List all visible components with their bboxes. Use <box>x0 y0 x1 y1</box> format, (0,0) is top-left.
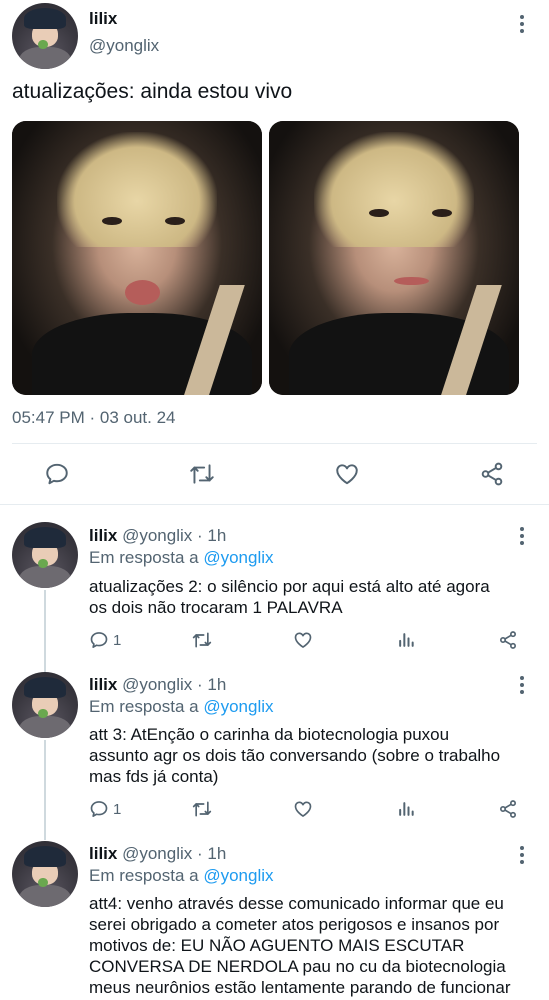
author-name[interactable]: lilix <box>89 526 117 545</box>
avatar[interactable] <box>12 841 78 907</box>
retweet-icon[interactable] <box>191 799 213 819</box>
avatar[interactable] <box>12 522 78 588</box>
more-options-icon[interactable] <box>515 675 529 695</box>
share-icon[interactable] <box>479 461 505 487</box>
like-icon[interactable] <box>293 799 313 819</box>
divider <box>12 443 537 444</box>
reply-count: 1 <box>113 801 122 818</box>
reply-line: meus neurônios estão lentamente parando … <box>89 978 511 997</box>
thread-line <box>44 740 46 840</box>
more-options-icon[interactable] <box>515 526 529 546</box>
share-icon[interactable] <box>498 630 518 650</box>
reply-line: att 3: AtEnção o carinha da biotecnologi… <box>89 725 450 744</box>
author-name[interactable]: lilix <box>89 675 117 694</box>
reply-header: lilix @yonglix · 1h <box>89 844 226 864</box>
reply-line: atualizações 2: o silêncio por aqui está… <box>89 577 490 596</box>
retweet-icon[interactable] <box>191 630 213 650</box>
analytics-icon[interactable] <box>396 630 416 650</box>
author-name[interactable]: lilix <box>89 844 117 863</box>
retweet-icon[interactable] <box>188 461 216 487</box>
reply-header: lilix @yonglix · 1h <box>89 526 226 546</box>
avatar[interactable] <box>12 672 78 738</box>
author-handle[interactable]: @yonglix <box>122 526 192 545</box>
reply-line: assunto agr os dois tão conversando (sob… <box>89 746 501 765</box>
reply-icon[interactable] <box>89 630 109 650</box>
reply-text: att4: venho através desse comunicado inf… <box>89 893 511 998</box>
reply-to-label: Em resposta a <box>89 548 199 567</box>
avatar[interactable] <box>12 3 78 69</box>
thread-line <box>44 590 46 672</box>
author-name[interactable]: lilix <box>89 9 117 29</box>
reply-to: Em resposta a @yonglix <box>89 548 274 568</box>
divider <box>0 504 549 505</box>
author-handle[interactable]: @yonglix <box>122 844 192 863</box>
reply-count: 1 <box>113 632 122 649</box>
reply-to-label: Em resposta a <box>89 866 199 885</box>
reply-line: serei obrigado a cometer atos perigosos … <box>89 915 500 934</box>
share-icon[interactable] <box>498 799 518 819</box>
author-handle[interactable]: @yonglix <box>89 36 159 56</box>
reply-time: · 1h <box>197 844 227 863</box>
reply-time: · 1h <box>197 526 227 545</box>
tweet-text: atualizações: ainda estou vivo <box>12 80 293 103</box>
reply-icon[interactable] <box>89 799 109 819</box>
analytics-icon[interactable] <box>396 799 416 819</box>
reply-line: motivos de: EU NÃO AGUENTO MAIS ESCUTAR <box>89 936 465 955</box>
reply-icon[interactable] <box>44 461 70 487</box>
tweet-timestamp: 05:47 PM · 03 out. 24 <box>12 408 176 427</box>
reply-to: Em resposta a @yonglix <box>89 866 274 886</box>
reply-line: os dois não trocaram 1 PALAVRA <box>89 598 343 617</box>
reply-header: lilix @yonglix · 1h <box>89 675 226 695</box>
reply-to-handle[interactable]: @yonglix <box>203 866 273 885</box>
reply-line: att4: venho através desse comunicado inf… <box>89 894 504 913</box>
reply-text: atualizações 2: o silêncio por aqui está… <box>89 576 490 618</box>
more-options-icon[interactable] <box>515 14 529 34</box>
reply-time: · 1h <box>197 675 227 694</box>
like-icon[interactable] <box>293 630 313 650</box>
reply-to-handle[interactable]: @yonglix <box>203 697 273 716</box>
reply-to: Em resposta a @yonglix <box>89 697 274 717</box>
reply-text: att 3: AtEnção o carinha da biotecnologi… <box>89 724 500 787</box>
reply-line: mas fds já conta) <box>89 767 219 786</box>
more-options-icon[interactable] <box>515 845 529 865</box>
reply-to-label: Em resposta a <box>89 697 199 716</box>
like-icon[interactable] <box>334 461 360 487</box>
author-handle[interactable]: @yonglix <box>122 675 192 694</box>
tweet-photo-1[interactable] <box>12 121 262 395</box>
reply-to-handle[interactable]: @yonglix <box>203 548 273 567</box>
tweet-photo-2[interactable] <box>269 121 519 395</box>
reply-line: CONVERSA DE NERDOLA pau no cu da biotecn… <box>89 957 506 976</box>
